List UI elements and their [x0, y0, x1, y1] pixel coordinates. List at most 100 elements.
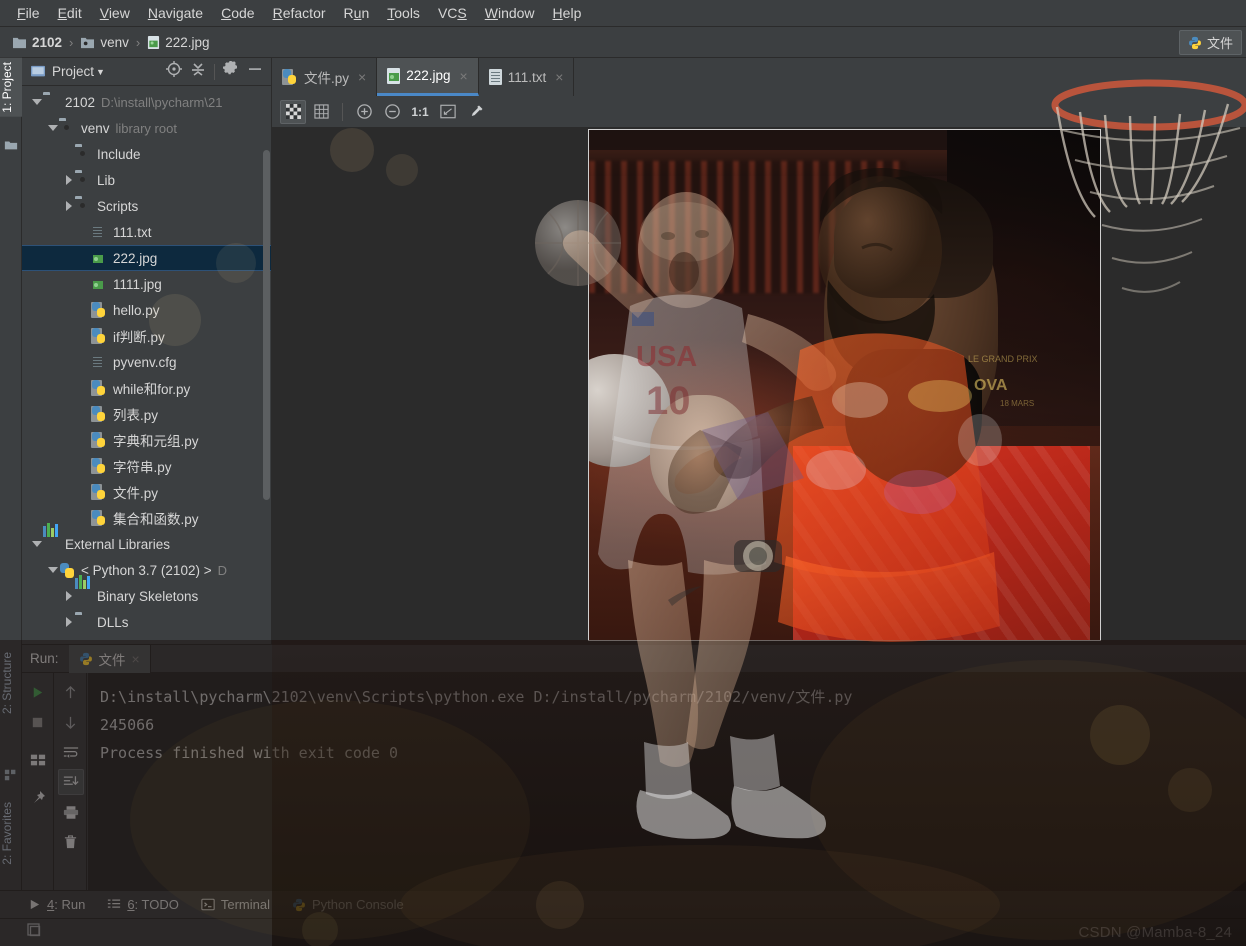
menu-item-code[interactable]: Code: [212, 2, 263, 24]
tree-node--py[interactable]: 集合和函数.py: [22, 505, 271, 531]
tool-window-tab-project-label: 1: Project: [0, 62, 14, 113]
collapse-arrow-icon[interactable]: [62, 201, 75, 211]
expand-arrow-icon[interactable]: [30, 99, 43, 105]
menu-item-view[interactable]: View: [91, 2, 139, 24]
tree-node--python-3-7-2102-[interactable]: < Python 3.7 (2102) > D: [22, 557, 271, 583]
project-tree-scrollbar[interactable]: [263, 150, 270, 500]
zoom-in-icon[interactable]: [351, 100, 377, 124]
tree-node-lib[interactable]: Lib: [22, 167, 271, 193]
transparency-grid-icon[interactable]: [280, 99, 306, 124]
rerun-icon[interactable]: [25, 679, 51, 705]
tree-node-include[interactable]: Include: [22, 141, 271, 167]
menu-item-window[interactable]: Window: [476, 2, 544, 24]
menu-item-tools[interactable]: Tools: [378, 2, 429, 24]
expand-arrow-icon[interactable]: [46, 567, 59, 573]
tool-window-tab-project[interactable]: 1: Project: [0, 58, 22, 117]
tree-node-external-libraries[interactable]: External Libraries: [22, 523, 271, 557]
layout-icon[interactable]: [25, 747, 51, 773]
menu-item-vcs[interactable]: VCS: [429, 2, 476, 24]
locate-icon[interactable]: [166, 61, 182, 82]
tree-node-label: 2102: [65, 94, 96, 110]
tree-node--py[interactable]: 列表.py: [22, 401, 271, 427]
close-icon[interactable]: ×: [555, 69, 563, 85]
stop-icon[interactable]: [25, 709, 51, 735]
status-bar-item-4-run[interactable]: 4: Run: [28, 897, 85, 912]
status-bar-item-python-console[interactable]: Python Console: [292, 897, 404, 912]
tool-window-tab-favorites[interactable]: 2: Favorites: [0, 798, 22, 869]
prev-occurrence-icon[interactable]: [58, 679, 84, 705]
editor-tab-222-jpg[interactable]: 222.jpg ×: [377, 58, 479, 96]
collapse-arrow-icon[interactable]: [62, 591, 75, 601]
tree-node-111-txt[interactable]: 111.txt: [22, 219, 271, 245]
close-icon[interactable]: ×: [460, 68, 468, 84]
tree-node-scripts[interactable]: Scripts: [22, 193, 271, 219]
breadcrumb-item-2102[interactable]: 2102: [8, 33, 66, 52]
menu-item-run[interactable]: Run: [335, 2, 379, 24]
editor-tab--py[interactable]: 文件.py ×: [272, 58, 378, 96]
project-window-icon: [30, 65, 46, 79]
print-icon[interactable]: [58, 799, 84, 825]
breadcrumb-separator: ›: [69, 34, 74, 50]
image-file-icon: [387, 67, 401, 84]
image-viewer[interactable]: 1,080x1,080 JPEG: [272, 128, 1246, 644]
tree-node-2102[interactable]: 2102 D:\install\pycharm\21: [22, 89, 271, 115]
color-picker-icon[interactable]: [463, 100, 489, 124]
scroll-to-end-icon[interactable]: [57, 769, 84, 795]
tree-node-dlls[interactable]: DLLs: [22, 609, 271, 635]
tree-node-pyvenv-cfg[interactable]: pyvenv.cfg: [22, 349, 271, 375]
expand-arrow-icon[interactable]: [46, 125, 59, 131]
tree-node-if-py[interactable]: if判断.py: [22, 323, 271, 349]
tree-node--py[interactable]: 文件.py: [22, 479, 271, 505]
grid-icon[interactable]: [308, 100, 334, 124]
tree-node--py[interactable]: 字典和元组.py: [22, 427, 271, 453]
hide-icon[interactable]: [247, 61, 263, 82]
run-configuration-selector[interactable]: 文件: [1178, 30, 1242, 55]
breadcrumb-item-222-jpg[interactable]: 222.jpg: [143, 33, 213, 52]
menu-item-help[interactable]: Help: [544, 2, 591, 24]
tree-node-1111-jpg[interactable]: 1111.jpg: [22, 271, 271, 297]
menu-item-file[interactable]: File: [8, 2, 49, 24]
soft-wrap-icon[interactable]: [58, 739, 84, 765]
run-tool-window: Run: 文件 × D:\install\pycharm\2102\venv\S…: [22, 644, 1246, 891]
run-panel-label: Run:: [30, 651, 59, 666]
actual-size-icon[interactable]: 1:1: [407, 100, 433, 124]
expand-arrow-icon[interactable]: [30, 541, 43, 547]
status-bar-item-6-todo[interactable]: 6: TODO: [107, 897, 179, 912]
zoom-out-icon[interactable]: [379, 100, 405, 124]
tool-window-tab-structure[interactable]: 2: Structure: [0, 648, 22, 718]
tree-node-label: Lib: [97, 172, 116, 188]
tree-node-while-for-py[interactable]: while和for.py: [22, 375, 271, 401]
text-file-icon: [488, 69, 502, 85]
run-tab[interactable]: 文件 ×: [68, 644, 151, 673]
clear-all-icon[interactable]: [58, 829, 84, 855]
collapse-arrow-icon[interactable]: [62, 175, 75, 185]
menu-item-navigate[interactable]: Navigate: [139, 2, 212, 24]
status-bar-item-terminal[interactable]: Terminal: [201, 897, 270, 912]
folder-icon: [80, 36, 95, 49]
show-tool-windows-icon[interactable]: [26, 922, 42, 943]
settings-icon[interactable]: [223, 61, 239, 82]
tree-node-label: < Python 3.7 (2102) >: [81, 562, 212, 578]
tree-node-hello-py[interactable]: hello.py: [22, 297, 271, 323]
fit-content-icon[interactable]: [435, 100, 461, 124]
status-bar-item-label: 6: TODO: [127, 897, 179, 912]
tree-node-222-jpg[interactable]: 222.jpg: [22, 245, 271, 271]
run-panel-header: Run: 文件 ×: [22, 644, 1246, 673]
close-icon[interactable]: ×: [358, 69, 366, 85]
collapse-arrow-icon[interactable]: [62, 617, 75, 627]
editor-tab-111-txt[interactable]: 111.txt ×: [478, 58, 575, 96]
tree-node-venv[interactable]: venv library root: [22, 115, 271, 141]
close-icon[interactable]: ×: [132, 651, 140, 667]
run-console[interactable]: D:\install\pycharm\2102\venv\Scripts\pyt…: [88, 673, 1246, 890]
project-panel-title[interactable]: Project ▼: [52, 64, 105, 79]
next-occurrence-icon[interactable]: [58, 709, 84, 735]
collapse-all-icon[interactable]: [190, 61, 206, 82]
menu-item-edit[interactable]: Edit: [49, 2, 91, 24]
console-command-line: D:\install\pycharm\2102\venv\Scripts\pyt…: [100, 688, 853, 706]
tree-node--py[interactable]: 字符串.py: [22, 453, 271, 479]
tree-node-binary-skeletons[interactable]: Binary Skeletons: [22, 575, 271, 609]
breadcrumb-item-venv[interactable]: venv: [76, 33, 133, 52]
menu-item-refactor[interactable]: Refactor: [264, 2, 335, 24]
project-tree[interactable]: 2102 D:\install\pycharm\21 venv library roo…: [22, 86, 271, 644]
pin-icon[interactable]: [25, 785, 51, 811]
